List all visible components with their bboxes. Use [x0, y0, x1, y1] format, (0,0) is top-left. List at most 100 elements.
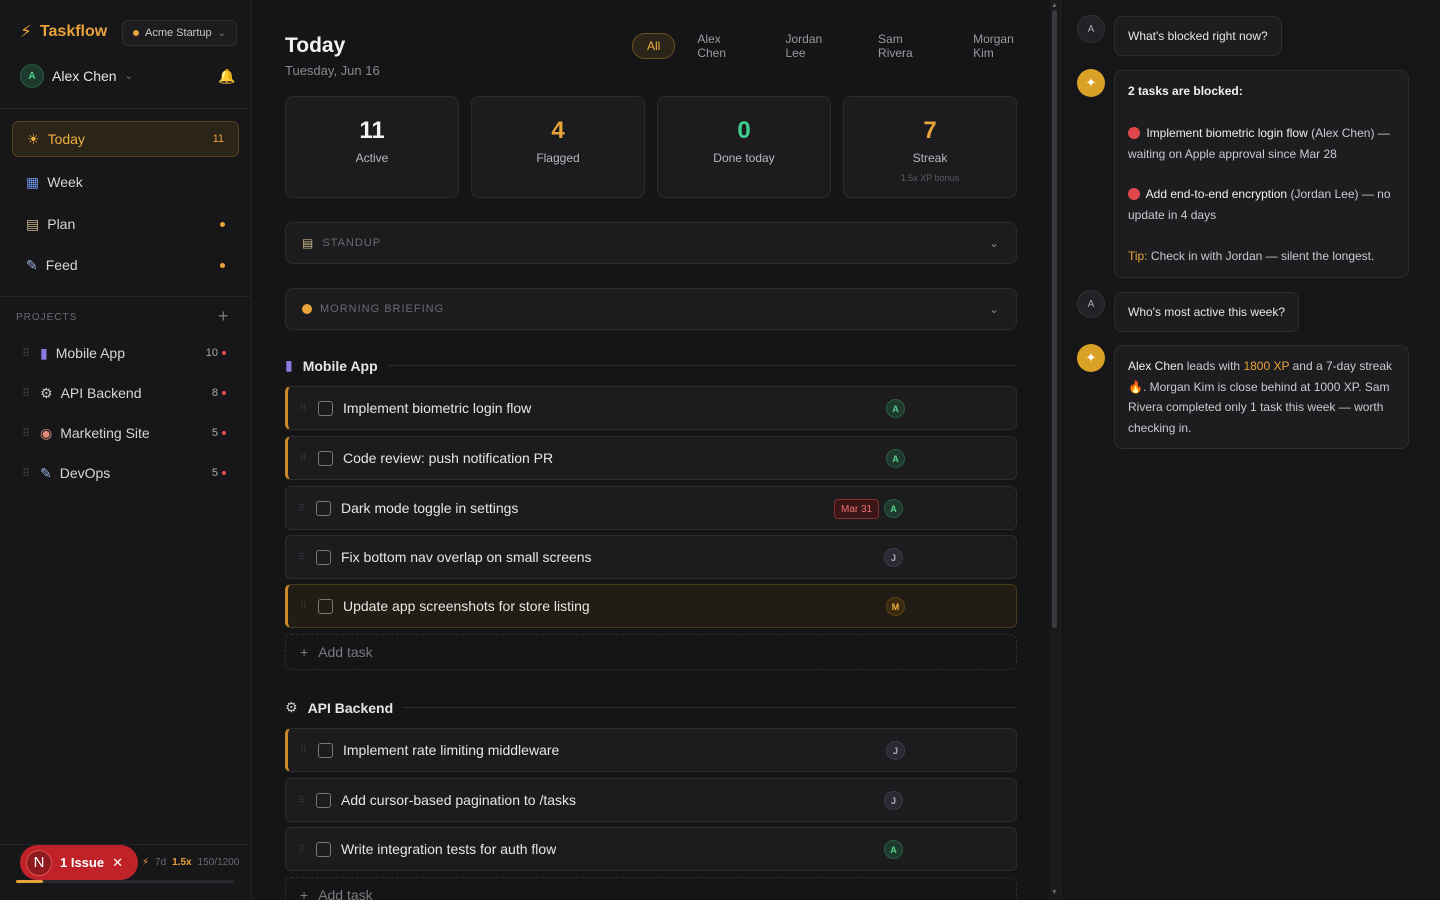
nav-label: Week — [47, 174, 83, 190]
task-row[interactable]: ⠿ Update app screenshots for store listi… — [285, 584, 1017, 628]
stat-label: Done today — [713, 151, 775, 165]
bell-icon[interactable]: 🔔 — [218, 68, 235, 85]
drag-handle-icon[interactable]: ⠿ — [22, 347, 32, 360]
sun-icon: ☀ — [27, 130, 40, 147]
assignee-filter: All Alex Chen Jordan Lee Sam Rivera Morg… — [632, 32, 1048, 60]
task-checkbox[interactable] — [318, 450, 333, 466]
task-row[interactable]: ⠿ Code review: push notification PR A — [285, 436, 1017, 480]
assignee-avatar[interactable]: A — [886, 449, 905, 468]
drag-handle-icon[interactable]: ⠿ — [298, 503, 308, 514]
task-title[interactable]: Update app screenshots for store listing — [343, 598, 590, 614]
project-item-mobile-app[interactable]: ⠿ ▮ Mobile App 10 — [22, 340, 232, 366]
blocked-owner: (Alex Chen) — [1311, 126, 1375, 140]
project-item-marketing-site[interactable]: ⠿ ◉ Marketing Site 5 — [22, 420, 232, 446]
task-title[interactable]: Add cursor-based pagination to /tasks — [341, 792, 576, 808]
xp-value: 150/1200 — [197, 857, 240, 868]
sun-icon — [302, 304, 312, 314]
task-title[interactable]: Fix bottom nav overlap on small screens — [341, 549, 592, 565]
task-checkbox[interactable] — [318, 400, 333, 416]
task-checkbox[interactable] — [316, 792, 331, 808]
main-scrollbar[interactable] — [1050, 0, 1059, 900]
task-checkbox[interactable] — [318, 742, 333, 758]
due-date-badge[interactable]: Mar 31 — [834, 499, 880, 519]
add-project-icon[interactable]: + — [218, 306, 229, 327]
stat-label: Streak — [912, 151, 948, 165]
task-title[interactable]: Code review: push notification PR — [343, 450, 553, 466]
scroll-down-icon[interactable]: ▼ — [1051, 889, 1058, 896]
stat-label: Active — [355, 151, 389, 165]
assistant-sparkle-icon: ✦ — [1077, 344, 1105, 372]
standup-accordion[interactable]: ▤ STANDUP ⌄ — [285, 222, 1017, 264]
add-task-button[interactable]: + Add task — [285, 634, 1017, 670]
filter-sam-rivera[interactable]: Sam Rivera — [864, 32, 951, 60]
assignee-avatar[interactable]: J — [886, 741, 905, 760]
blocked-owner: (Jordan Lee) — — [1290, 187, 1374, 201]
task-row[interactable]: ⠿ Add cursor-based pagination to /tasks … — [285, 778, 1017, 822]
assignee-avatar[interactable]: A — [886, 399, 905, 418]
assignee-avatar[interactable]: M — [886, 597, 905, 616]
sidebar: ⚡ Taskflow Acme Startup ⌄ A Alex Chen ⌄ … — [0, 0, 252, 900]
drag-handle-icon[interactable]: ⠿ — [298, 844, 308, 855]
stat-sub: 1.5x XP bonus — [900, 173, 960, 183]
project-item-devops[interactable]: ⠿ ✎ DevOps 5 — [22, 460, 232, 486]
workspace-switcher[interactable]: Acme Startup ⌄ — [122, 20, 238, 46]
blocked-task: Implement biometric login flow — [1146, 126, 1308, 140]
task-row[interactable]: ⠿ Dark mode toggle in settings Mar 31 A — [285, 486, 1017, 530]
close-icon[interactable]: ✕ — [112, 855, 123, 871]
blocked-task: Add end-to-end encryption — [1145, 187, 1288, 201]
xp-multiplier: 1.5x — [172, 857, 192, 868]
filter-morgan-kim[interactable]: Morgan Kim — [959, 32, 1048, 60]
drag-handle-icon[interactable]: ⠿ — [298, 795, 308, 806]
nav-item-plan[interactable]: ▤ Plan — [12, 206, 239, 242]
stat-flagged: 4 Flagged — [471, 96, 645, 198]
leader-xp: 1800 XP — [1243, 359, 1290, 373]
filter-jordan-lee[interactable]: Jordan Lee — [772, 32, 857, 60]
nav-item-week[interactable]: ▦ Week — [12, 164, 239, 200]
task-row[interactable]: ⠿ Write integration tests for auth flow … — [285, 827, 1017, 871]
task-row[interactable]: ⠿ Implement biometric login flow A — [285, 386, 1017, 430]
fire-icon: 🔥 — [1128, 379, 1143, 394]
task-checkbox[interactable] — [318, 598, 333, 614]
assignee-avatar[interactable]: A — [884, 499, 903, 518]
assignee-avatar[interactable]: J — [884, 548, 903, 567]
filter-all[interactable]: All — [632, 33, 676, 59]
status-dot-icon — [222, 391, 226, 395]
filter-alex-chen[interactable]: Alex Chen — [683, 32, 763, 60]
project-name: DevOps — [59, 465, 111, 481]
task-checkbox[interactable] — [316, 841, 331, 857]
task-title[interactable]: Implement rate limiting middleware — [343, 742, 559, 758]
drag-handle-icon[interactable]: ⠿ — [300, 601, 310, 612]
task-checkbox[interactable] — [316, 500, 331, 516]
scroll-up-icon[interactable]: ▲ — [1051, 2, 1058, 9]
stat-value: 4 — [551, 117, 565, 144]
nav-item-feed[interactable]: ✎ Feed — [12, 247, 239, 283]
task-title[interactable]: Dark mode toggle in settings — [341, 500, 518, 516]
gear-icon: ⚙ — [285, 699, 298, 715]
task-title[interactable]: Write integration tests for auth flow — [341, 841, 556, 857]
drag-handle-icon[interactable]: ⠿ — [22, 467, 32, 480]
workspace-name: Acme Startup — [145, 27, 212, 39]
add-task-button[interactable]: + Add task — [285, 877, 1017, 900]
nav-item-today[interactable]: ☀ Today 11 — [12, 121, 239, 157]
user-menu[interactable]: A Alex Chen ⌄ — [20, 64, 133, 88]
assignee-avatar[interactable]: J — [884, 791, 903, 810]
unread-dot-icon — [220, 221, 225, 227]
drag-handle-icon[interactable]: ⠿ — [298, 552, 308, 563]
drag-handle-icon[interactable]: ⠿ — [22, 387, 32, 400]
issue-badge[interactable]: N 1 Issue ✕ — [20, 845, 138, 880]
morning-briefing-accordion[interactable]: MORNING BRIEFING ⌄ — [285, 288, 1017, 330]
brand[interactable]: ⚡ Taskflow — [20, 22, 107, 42]
drag-handle-icon[interactable]: ⠿ — [300, 745, 310, 756]
task-title[interactable]: Implement biometric login flow — [343, 400, 531, 416]
scrollbar-thumb[interactable] — [1052, 10, 1057, 628]
feed-icon: ✎ — [26, 256, 38, 273]
task-checkbox[interactable] — [316, 549, 331, 565]
task-row[interactable]: ⠿ Implement rate limiting middleware J — [285, 728, 1017, 772]
project-item-api-backend[interactable]: ⠿ ⚙ API Backend 8 — [22, 380, 232, 406]
drag-handle-icon[interactable]: ⠿ — [300, 403, 310, 414]
drag-handle-icon[interactable]: ⠿ — [22, 427, 32, 440]
drag-handle-icon[interactable]: ⠿ — [300, 453, 310, 464]
app-name: Taskflow — [39, 23, 108, 40]
assignee-avatar[interactable]: A — [884, 840, 903, 859]
task-row[interactable]: ⠿ Fix bottom nav overlap on small screen… — [285, 535, 1017, 579]
